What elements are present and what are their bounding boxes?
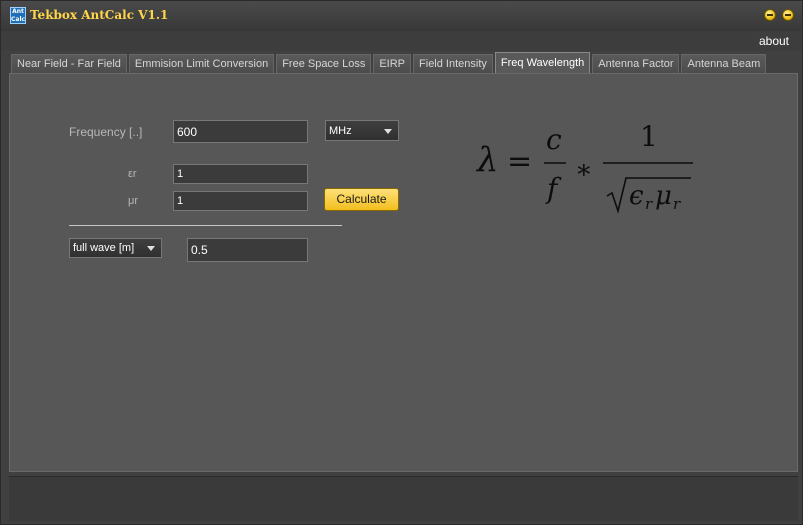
unit-selected: MHz bbox=[329, 124, 352, 137]
frequency-value: 600 bbox=[177, 124, 198, 139]
divider bbox=[69, 225, 342, 226]
tab-antenna-factor[interactable]: Antenna Factor bbox=[592, 54, 680, 73]
result-output[interactable]: 0.5 bbox=[187, 238, 308, 262]
output-mode-select[interactable]: full wave [m] bbox=[69, 238, 162, 258]
title-bar[interactable]: Ant Calc Tekbox AntCalc V1.1 bbox=[1, 1, 802, 31]
mu-label: μr bbox=[128, 195, 139, 207]
epsilon-value: 1 bbox=[177, 168, 184, 180]
calculate-button[interactable]: Calculate bbox=[324, 188, 399, 211]
mu-input[interactable]: 1 bbox=[173, 191, 308, 211]
wavelength-formula: λ = c f ∗ 1 ϵ r μ r bbox=[475, 120, 693, 214]
unit-select[interactable]: MHz bbox=[325, 120, 399, 141]
app-icon: Ant Calc bbox=[10, 7, 26, 24]
result-value: 0.5 bbox=[191, 243, 208, 257]
tab-antenna-beam[interactable]: Antenna Beam bbox=[681, 54, 767, 73]
epsilon-input[interactable]: 1 bbox=[173, 164, 308, 184]
close-icon[interactable] bbox=[782, 9, 794, 21]
formula-equals: = bbox=[507, 144, 532, 179]
epsilon-label: εr bbox=[128, 168, 137, 180]
tab-eirp[interactable]: EIRP bbox=[373, 54, 412, 73]
formula-times: ∗ bbox=[575, 155, 593, 185]
tab-free-space-loss[interactable]: Free Space Loss bbox=[276, 54, 372, 73]
tab-near-field-far-field[interactable]: Near Field - Far Field bbox=[11, 54, 127, 73]
chevron-down-icon bbox=[384, 128, 392, 134]
menu-bar: about bbox=[1, 31, 802, 51]
mu-value: 1 bbox=[177, 195, 184, 207]
formula-one: 1 bbox=[640, 120, 658, 153]
about-menu[interactable]: about bbox=[759, 34, 789, 48]
formula-epsilon-sub: r bbox=[645, 195, 653, 213]
minimize-icon[interactable] bbox=[764, 9, 776, 21]
formula-lambda: λ bbox=[475, 140, 499, 180]
output-mode-selected: full wave [m] bbox=[73, 242, 135, 254]
formula-f: f bbox=[545, 172, 562, 205]
formula-mu: μ bbox=[655, 181, 672, 211]
formula-epsilon: ϵ bbox=[629, 181, 644, 211]
chevron-down-icon bbox=[147, 246, 155, 251]
tab-freq-wavelength[interactable]: Freq Wavelength bbox=[494, 52, 591, 74]
formula-c: c bbox=[546, 123, 562, 156]
app-window: Ant Calc Tekbox AntCalc V1.1 about Near … bbox=[0, 0, 803, 525]
tab-field-intensity[interactable]: Field Intensity bbox=[413, 54, 493, 73]
tab-bar: Near Field - Far Field Emmision Limit Co… bbox=[11, 52, 768, 74]
frequency-label: Frequency [..] bbox=[69, 125, 143, 139]
frequency-input[interactable]: 600 bbox=[173, 120, 308, 143]
formula-mu-sub: r bbox=[673, 195, 681, 213]
status-bar bbox=[9, 476, 798, 521]
tab-emission-limit-conversion[interactable]: Emmision Limit Conversion bbox=[128, 54, 275, 73]
window-title: Tekbox AntCalc V1.1 bbox=[30, 8, 169, 22]
